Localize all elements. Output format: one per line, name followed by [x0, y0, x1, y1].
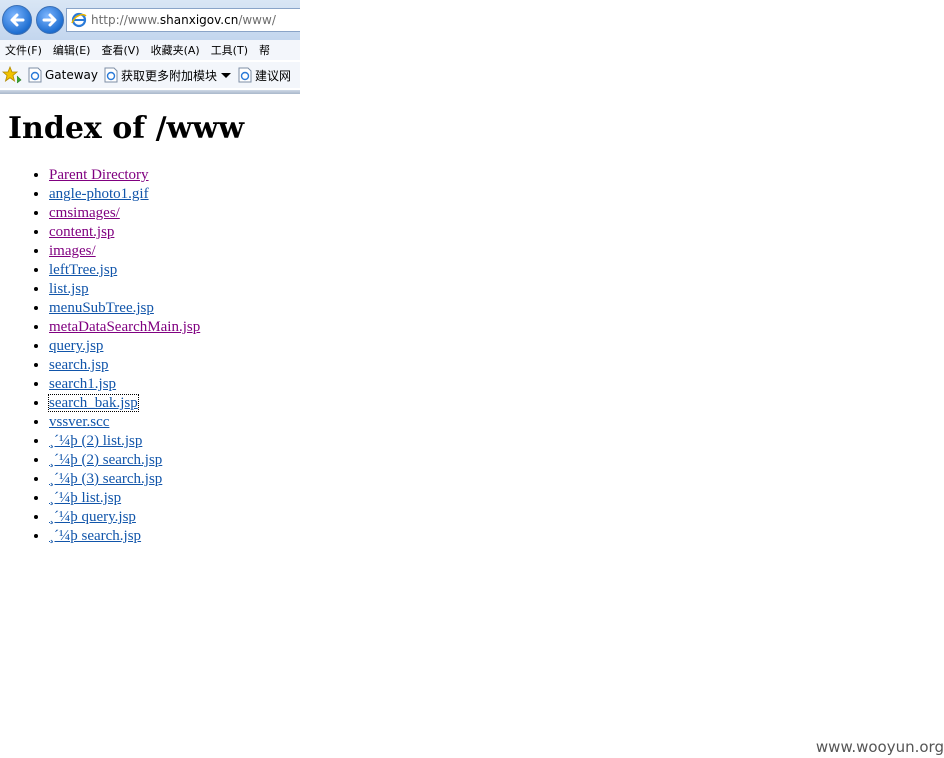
list-item: ¸´¼þ (3) search.jsp [49, 470, 200, 489]
forward-button[interactable] [36, 6, 64, 34]
list-item: vssver.scc [49, 413, 200, 432]
favorite-gateway-label: Gateway [45, 68, 99, 82]
file-link[interactable]: menuSubTree.jsp [49, 300, 154, 316]
list-item: Parent Directory [49, 166, 200, 185]
menu-file[interactable]: 文件(F) [0, 42, 48, 58]
file-link[interactable]: content.jsp [49, 224, 114, 240]
address-url-domain: shanxigov.cn [159, 13, 239, 27]
file-link[interactable]: list.jsp [49, 281, 89, 297]
list-item: ¸´¼þ (2) list.jsp [49, 432, 200, 451]
list-item: ¸´¼þ list.jsp [49, 489, 200, 508]
address-url-path: /www/ [238, 13, 276, 27]
file-link[interactable]: ¸´¼þ query.jsp [49, 509, 136, 525]
back-button[interactable] [2, 5, 32, 35]
menu-help[interactable]: 帮 [254, 42, 276, 58]
file-link[interactable]: ¸´¼þ search.jsp [49, 528, 141, 544]
browser-chrome: http://www. shanxigov.cn/www/ 文件(F) 编辑(E)… [0, 0, 300, 94]
list-item: angle-photo1.gif [49, 185, 200, 204]
list-item: menuSubTree.jsp [49, 299, 200, 318]
list-item: ¸´¼þ search.jsp [49, 527, 200, 546]
file-link[interactable]: ¸´¼þ (2) search.jsp [49, 452, 162, 468]
menu-tools[interactable]: 工具(T) [206, 42, 254, 58]
list-item: search1.jsp [49, 375, 200, 394]
file-link[interactable]: leftTree.jsp [49, 262, 117, 278]
list-item: ¸´¼þ query.jsp [49, 508, 200, 527]
folder-link[interactable]: images/ [49, 243, 96, 259]
toolbar-divider [0, 90, 300, 94]
list-item: search.jsp [49, 356, 200, 375]
favorite-get-addons[interactable]: 获取更多附加模块 [104, 67, 232, 84]
ie-page-icon [238, 67, 252, 83]
ie-page-icon [71, 12, 87, 28]
favorites-star-button[interactable] [2, 66, 22, 84]
address-url-prefix: http://www. [91, 13, 160, 27]
ie-page-icon [28, 67, 42, 83]
list-item: leftTree.jsp [49, 261, 200, 280]
menu-view[interactable]: 查看(V) [96, 42, 145, 58]
folder-link[interactable]: cmsimages/ [49, 205, 120, 221]
menu-bar: 文件(F) 编辑(E) 查看(V) 收藏夹(A) 工具(T) 帮 [0, 40, 300, 60]
parent-directory-link[interactable]: Parent Directory [49, 167, 149, 183]
directory-listing: Parent Directory angle-photo1.gif cmsima… [0, 166, 200, 546]
list-item: images/ [49, 242, 200, 261]
file-link[interactable]: metaDataSearchMain.jsp [49, 319, 200, 335]
file-link[interactable]: ¸´¼þ list.jsp [49, 490, 121, 506]
file-link[interactable]: ¸´¼þ (2) list.jsp [49, 433, 142, 449]
file-link[interactable]: ¸´¼þ (3) search.jsp [49, 471, 162, 487]
list-item: search_bak.jsp [48, 394, 200, 413]
navigation-bar: http://www. shanxigov.cn/www/ [0, 0, 300, 40]
file-link[interactable]: search.jsp [49, 357, 109, 373]
favorite-suggested-sites[interactable]: 建议网 [238, 67, 291, 84]
arrow-right-icon [42, 13, 57, 27]
watermark: www.wooyun.org [815, 738, 944, 756]
file-link[interactable]: search_bak.jsp [48, 394, 139, 412]
favorite-gateway[interactable]: Gateway [28, 67, 98, 83]
file-link[interactable]: angle-photo1.gif [49, 186, 149, 202]
file-link[interactable]: search1.jsp [49, 376, 116, 392]
menu-edit[interactable]: 编辑(E) [48, 42, 97, 58]
menu-favorites[interactable]: 收藏夹(A) [146, 42, 206, 58]
page-title: Index of /www [8, 111, 245, 146]
favorite-get-addons-label: 获取更多附加模块 [121, 68, 218, 83]
arrow-left-icon [10, 13, 25, 27]
star-icon [2, 66, 22, 84]
list-item: ¸´¼þ (2) search.jsp [49, 451, 200, 470]
list-item: cmsimages/ [49, 204, 200, 223]
file-link[interactable]: query.jsp [49, 338, 103, 354]
favorites-bar: Gateway 获取更多附加模块 建议网 [0, 62, 300, 88]
list-item: metaDataSearchMain.jsp [49, 318, 200, 337]
dropdown-arrow-icon [221, 73, 232, 78]
list-item: content.jsp [49, 223, 200, 242]
address-bar[interactable]: http://www. shanxigov.cn/www/ [66, 8, 300, 32]
ie-page-icon [104, 67, 118, 83]
file-link[interactable]: vssver.scc [49, 414, 109, 430]
list-item: list.jsp [49, 280, 200, 299]
favorite-suggested-sites-label: 建议网 [255, 68, 292, 83]
list-item: query.jsp [49, 337, 200, 356]
